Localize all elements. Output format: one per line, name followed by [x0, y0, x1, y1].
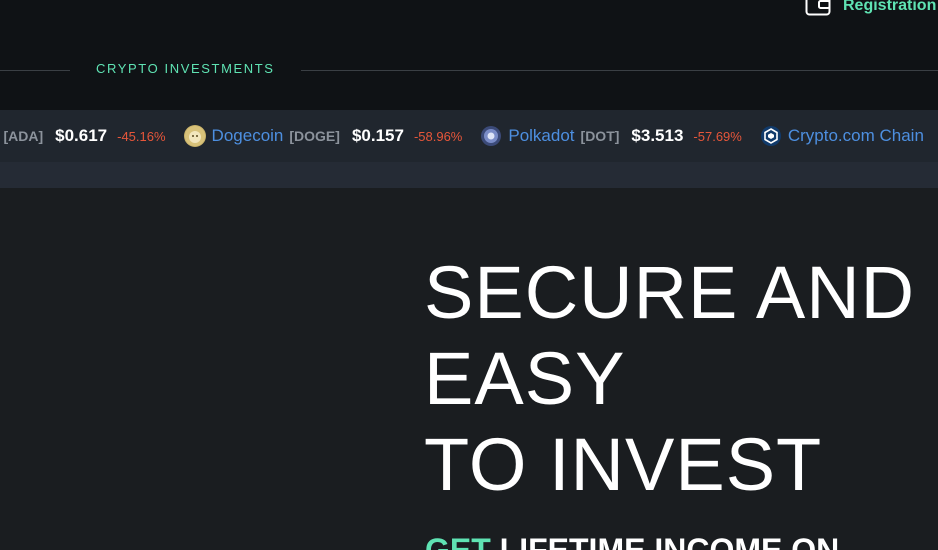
hero-title-line: TO INVEST — [424, 423, 823, 506]
coin-price: $3.513 — [631, 126, 684, 145]
section-label: CRYPTO INVESTMENTS — [96, 61, 275, 76]
coin-name: Polkadot — [508, 126, 575, 145]
coin-symbol: [DOT] — [580, 128, 620, 144]
coin-price: $0.617 — [55, 126, 108, 145]
hero-subtitle-rest: LIFETIME INCOME ON — [499, 532, 840, 550]
hero-subtitle: GET LIFETIME INCOME ON — [425, 532, 839, 550]
ticker-item-doge[interactable]: Dogecoin [DOGE] $0.157 -58.96% — [183, 110, 463, 162]
hero-title: SECURE AND EASY TO INVEST — [424, 250, 915, 508]
hero-subtitle-accent: GET — [425, 532, 491, 550]
cronos-icon — [760, 125, 782, 147]
coin-symbol: [DOGE] — [289, 128, 340, 144]
coin-price: $0.157 — [351, 126, 404, 145]
registration-link[interactable]: Registration — [805, 0, 936, 16]
polkadot-icon — [480, 125, 502, 147]
registration-label: Registration — [843, 0, 937, 14]
page: Registration CRYPTO INVESTMENTS o [ADA] … — [0, 0, 938, 550]
dogecoin-icon — [183, 125, 206, 147]
ticker-track: o [ADA] $0.617 -45.16% Dogecoin [DOGE] $… — [0, 110, 938, 162]
hero-title-line: SECURE AND — [424, 251, 916, 334]
coin-name: Crypto.com Chain — [787, 126, 924, 145]
coin-change: -57.69% — [693, 128, 742, 144]
ticker-item-cro[interactable]: Crypto.com Chain — [760, 110, 930, 162]
ticker-subbar — [0, 162, 938, 188]
coin-name: Dogecoin — [211, 126, 284, 145]
header: Registration CRYPTO INVESTMENTS — [0, 0, 938, 110]
ticker-item-dot[interactable]: Polkadot [DOT] $3.513 -57.69% — [480, 110, 742, 162]
price-ticker: o [ADA] $0.617 -45.16% Dogecoin [DOGE] $… — [0, 110, 938, 162]
coin-change: -45.16% — [117, 128, 166, 144]
wallet-icon — [805, 0, 831, 16]
ticker-item-ada[interactable]: o [ADA] $0.617 -45.16% — [0, 110, 166, 162]
divider-left — [0, 70, 70, 71]
hero-title-line: EASY — [424, 337, 626, 420]
coin-change: -58.96% — [413, 128, 463, 144]
divider-right — [301, 70, 938, 71]
coin-symbol: [ADA] — [3, 128, 44, 144]
